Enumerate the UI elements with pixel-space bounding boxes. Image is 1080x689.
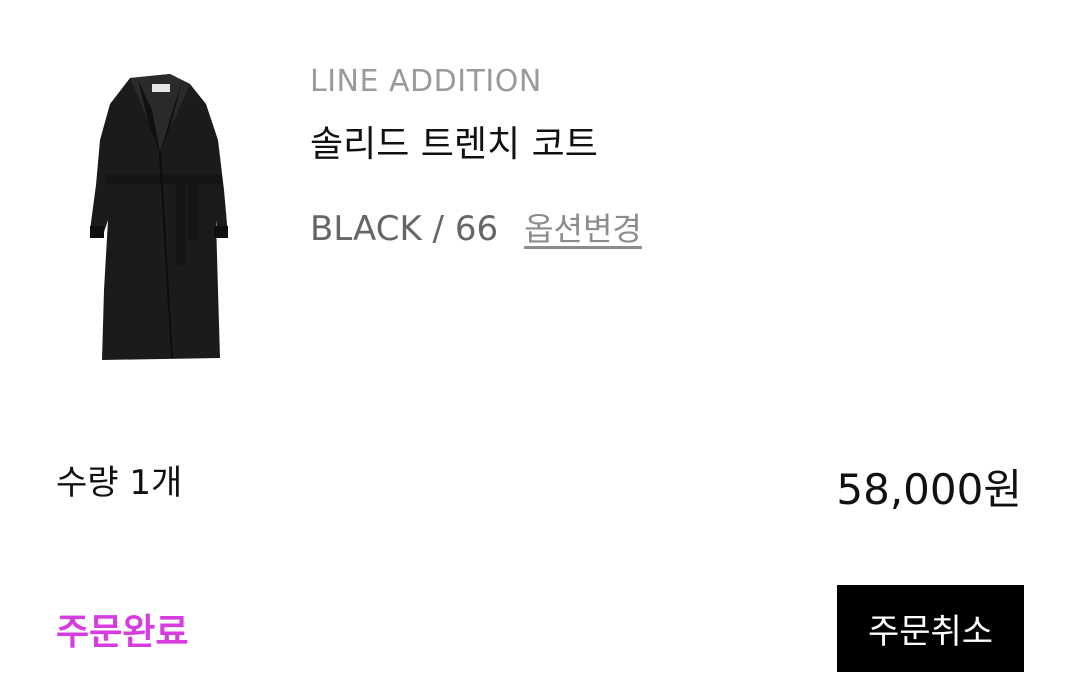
product-option: BLACK / 66 [310,209,499,249]
product-option-row: BLACK / 66 옵션변경 [310,204,642,250]
cancel-order-button[interactable]: 주문취소 [837,585,1024,672]
order-quantity: 수량 1개 [56,463,183,503]
order-price: 58,000원 [836,465,1022,514]
trench-coat-image [90,74,228,360]
order-status-label: 주문완료 [56,612,189,653]
option-change-link[interactable]: 옵션변경 [524,204,642,250]
product-brand: LINE ADDITION [310,64,542,99]
product-name[interactable]: 솔리드 트렌치 코트 [310,115,598,167]
product-image[interactable] [78,70,238,370]
